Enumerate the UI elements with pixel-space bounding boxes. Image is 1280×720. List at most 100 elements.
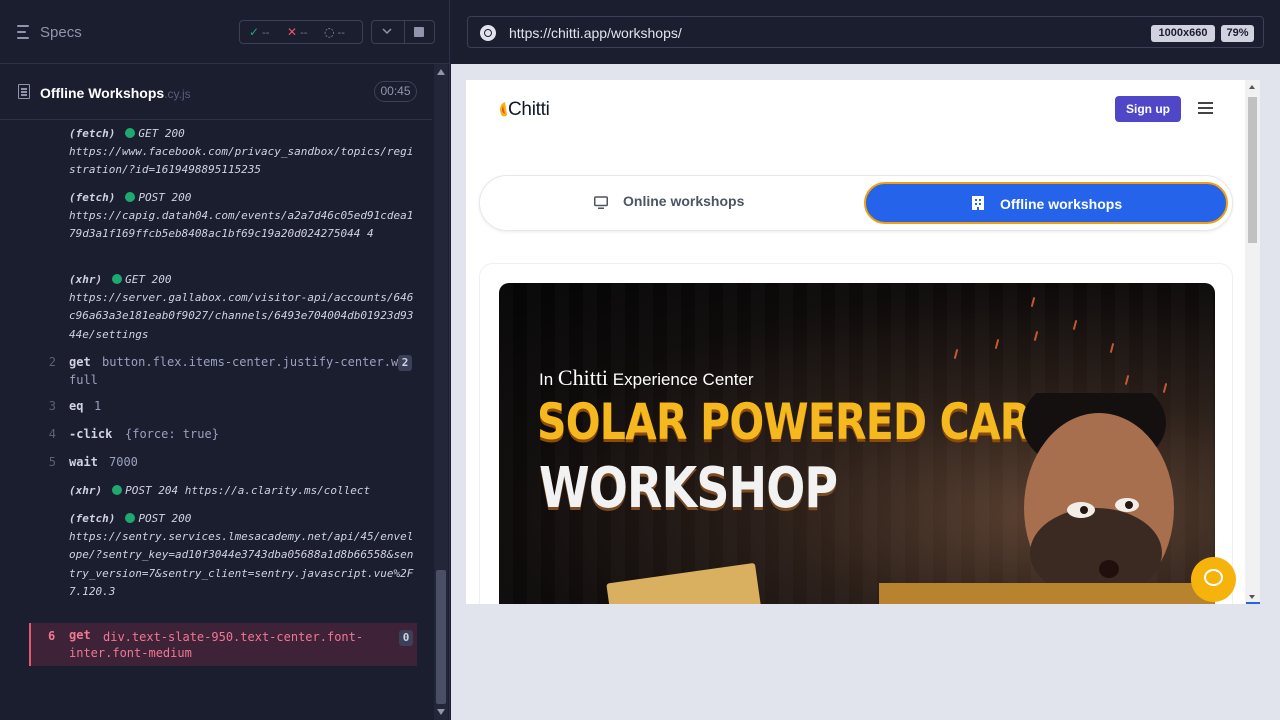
signup-button[interactable]: Sign up xyxy=(1115,96,1181,122)
log-url: https://sentry.services.lmesacademy.net/… xyxy=(69,530,414,598)
command-name: get xyxy=(69,628,91,642)
passed-stat: ✓ -- xyxy=(249,25,269,39)
command-name: get xyxy=(69,355,91,369)
spec-name: Offline Workshops xyxy=(40,85,165,101)
pending-count: -- xyxy=(337,27,345,39)
url-bar-area: https://chitti.app/workshops/ 1000x660 7… xyxy=(451,0,1280,64)
banner-subtitle: In Chitti Experience Center xyxy=(539,365,754,391)
scroll-thumb[interactable] xyxy=(1248,97,1257,243)
network-log-2[interactable]: (fetch) POST 200 https://capig.datah04.co… xyxy=(69,189,414,244)
banner-brand: Chitti xyxy=(557,365,609,390)
chevron-down-icon[interactable] xyxy=(382,26,392,36)
command-number: 5 xyxy=(48,455,56,469)
check-icon: ✓ xyxy=(249,25,260,39)
workshop-card[interactable]: In Chitti Experience Center SOLAR POWERE… xyxy=(479,263,1233,604)
command-get[interactable]: 2 get button.flex.items-center.justify-c… xyxy=(0,353,432,389)
command-number: 6 xyxy=(48,629,56,643)
scroll-down-icon[interactable] xyxy=(437,709,445,715)
focus-indicator xyxy=(1246,602,1260,604)
status-dot-icon xyxy=(125,128,136,138)
command-arg: 1 xyxy=(94,399,102,413)
cardboard-box xyxy=(879,583,1215,604)
command-number: 2 xyxy=(48,355,56,369)
command-log-scrollbar[interactable] xyxy=(434,64,448,720)
status-dot-icon xyxy=(112,485,123,495)
url-bar[interactable]: https://chitti.app/workshops/ 1000x660 7… xyxy=(467,16,1264,48)
building-icon xyxy=(972,196,984,210)
scroll-down-icon[interactable] xyxy=(1249,595,1255,599)
log-status: GET 200 xyxy=(125,273,172,286)
monitor-icon xyxy=(594,196,608,209)
offline-tab-label: Offline workshops xyxy=(1000,196,1123,212)
log-kind: (xhr) xyxy=(69,273,103,286)
viewport-size-badge: 1000x660 xyxy=(1151,25,1215,42)
hamburger-menu-icon[interactable] xyxy=(1198,102,1213,114)
divider xyxy=(404,21,405,43)
workshop-banner-image[interactable]: In Chitti Experience Center SOLAR POWERE… xyxy=(499,283,1215,604)
spec-title: Offline Workshops.cy.js xyxy=(40,85,191,101)
log-kind: (fetch) xyxy=(69,127,116,140)
command-number: 4 xyxy=(48,427,56,441)
command-name: eq xyxy=(69,399,84,413)
log-kind: (xhr) xyxy=(69,484,103,497)
log-status: POST 200 xyxy=(138,191,192,204)
network-log-4[interactable]: (xhr) POST 204 https://a.clarity.ms/colle… xyxy=(69,482,414,500)
command-arg: button.flex.items-center.justify-center.… xyxy=(102,355,406,369)
command-number: 3 xyxy=(48,399,56,413)
banner-in: In xyxy=(539,370,554,389)
banner-title-line1: SOLAR POWERED CAR xyxy=(537,393,1031,451)
network-log-1[interactable]: (fetch) GET 200 https://www.facebook.com/… xyxy=(69,125,414,180)
pending-stat: ◌ -- xyxy=(324,25,345,39)
logo-text: Chitti xyxy=(508,99,550,120)
run-controls xyxy=(371,20,435,44)
passed-count: -- xyxy=(262,27,270,39)
command-arg: div.text-slate-950.text-center.font- xyxy=(103,630,364,644)
status-dot-icon xyxy=(125,513,136,523)
command-name: wait xyxy=(69,455,98,469)
log-kind: (fetch) xyxy=(69,191,116,204)
scroll-thumb[interactable] xyxy=(436,570,446,704)
person-illustration xyxy=(1022,393,1174,603)
log-url: https://server.gallabox.com/visitor-api/… xyxy=(69,291,414,341)
log-url: https://capig.datah04.com/events/a2a7d46… xyxy=(69,209,414,241)
log-status: GET 200 xyxy=(138,127,185,140)
command-list: (fetch) GET 200 https://www.facebook.com/… xyxy=(0,121,432,681)
banner-center: Experience Center xyxy=(612,370,754,389)
log-status: POST 204 xyxy=(125,484,179,497)
log-kind: (fetch) xyxy=(69,512,116,525)
globe-icon xyxy=(480,25,496,41)
url-text[interactable]: https://chitti.app/workshops/ xyxy=(509,25,682,41)
command-log-panel: Specs ✓ -- ✕ -- ◌ -- Offline Workshops.c… xyxy=(0,0,450,720)
specs-label[interactable]: Specs xyxy=(40,24,82,41)
stop-icon[interactable] xyxy=(414,27,424,37)
network-log-5[interactable]: (fetch) POST 200 https://sentry.services.… xyxy=(69,510,414,601)
banner-title-line2: WORKSHOP xyxy=(539,456,838,521)
chat-support-icon[interactable] xyxy=(1191,557,1236,602)
command-arg-continued: full xyxy=(69,373,98,387)
specs-list-icon[interactable] xyxy=(17,25,33,39)
scroll-up-icon[interactable] xyxy=(1249,85,1255,89)
stats-box: ✓ -- ✕ -- ◌ -- xyxy=(239,20,363,44)
element-count-badge: 2 xyxy=(398,355,412,371)
tab-offline-workshops[interactable]: Offline workshops xyxy=(864,182,1228,224)
duration-timer: 00:45 xyxy=(374,81,417,102)
log-status: POST 200 xyxy=(138,512,192,525)
app-viewport: Chitti Sign up Online workshops Offline … xyxy=(466,80,1260,604)
command-arg: 7000 xyxy=(109,455,138,469)
tab-online-workshops[interactable]: Online workshops xyxy=(623,193,744,209)
document-icon xyxy=(18,84,30,99)
zoom-badge: 79% xyxy=(1221,25,1254,42)
status-dot-icon xyxy=(125,192,136,202)
scroll-up-icon[interactable] xyxy=(437,69,445,75)
spinner-icon: ◌ xyxy=(324,25,335,39)
failed-command-get[interactable]: 6 get div.text-slate-950.text-center.fon… xyxy=(29,623,417,666)
spec-header: Offline Workshops.cy.js 00:45 xyxy=(0,64,432,120)
command-name: -click xyxy=(69,427,113,441)
log-url: https://a.clarity.ms/collect xyxy=(184,484,371,497)
cross-icon: ✕ xyxy=(287,25,298,39)
app-preview: https://chitti.app/workshops/ 1000x660 7… xyxy=(451,0,1280,720)
network-log-3[interactable]: (xhr) GET 200 https://server.gallabox.com… xyxy=(69,271,414,344)
runner-topbar: Specs ✓ -- ✕ -- ◌ -- xyxy=(0,0,450,64)
command-arg-continued: inter.font-medium xyxy=(69,646,192,660)
viewport-scrollbar[interactable] xyxy=(1245,80,1260,604)
